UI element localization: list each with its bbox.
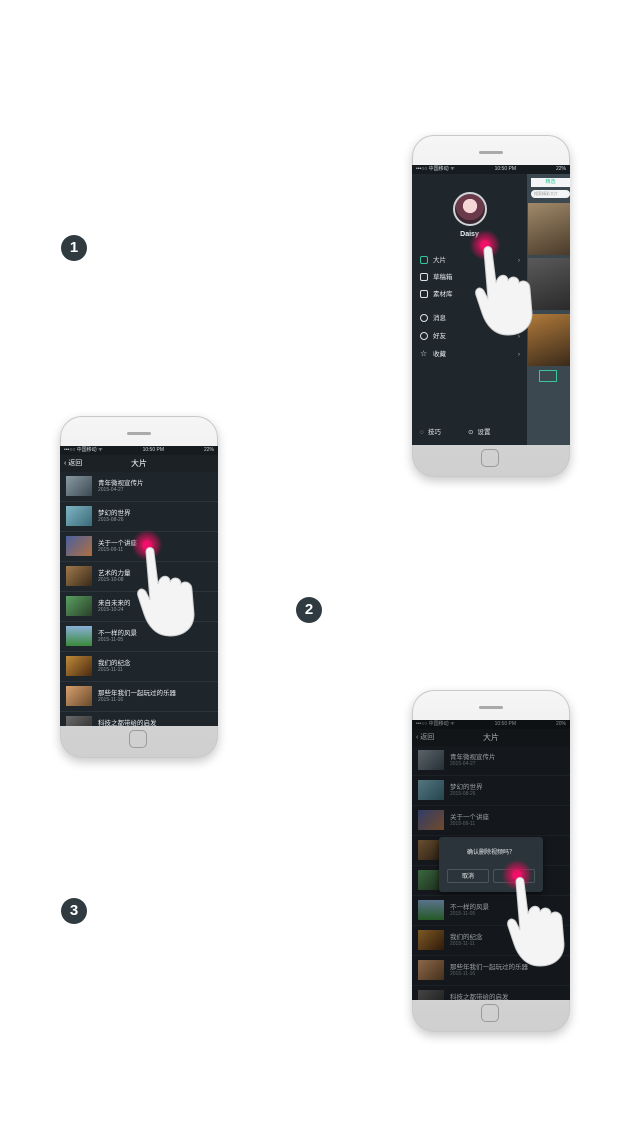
phone-dialog-mockup: •••○○ 中国移动 ᯤ 10:50 PM 20% ‹ 返回 大片 青年微视宣传… <box>412 690 570 1032</box>
list-item[interactable]: 梦幻的世界 2015-08-26 <box>60 502 218 532</box>
step-2-badge: 2 <box>296 597 322 623</box>
avatar[interactable] <box>453 192 487 226</box>
thumbnail-image <box>66 626 92 646</box>
list-item[interactable]: 科技之都带给的启发 <box>60 712 218 726</box>
settings-label: 设置 <box>477 429 491 436</box>
home-tab-icon[interactable] <box>539 370 557 382</box>
item-title: 艺术的力量 <box>98 570 131 577</box>
menu-item-label: 草稿箱 <box>433 274 453 281</box>
menu-item-favorites[interactable]: ☆ 收藏 › <box>420 348 520 362</box>
status-bar: •••○○ 中国移动 ᯤ 10:50 PM 22% <box>60 446 218 455</box>
item-title: 那些年我们一起玩过的乐器 <box>98 690 176 697</box>
item-title: 来自未来的 <box>98 600 131 607</box>
film-icon <box>420 256 428 265</box>
item-date: 2015-10-08 <box>98 577 124 583</box>
phone-menu-mockup: •••○○ 中国移动 ᯤ 10:50 PM 22% Daisy 大片 › 草稿箱 … <box>412 135 570 477</box>
back-label: 返回 <box>68 460 83 467</box>
carrier-label: •••○○ 中国移动 ᯤ <box>64 447 103 453</box>
menu-item-label: 好友 <box>433 333 446 340</box>
battery-label: 22% <box>203 447 214 453</box>
earpiece <box>479 151 503 154</box>
cancel-button[interactable]: 取消 <box>447 869 489 883</box>
chat-icon <box>420 314 428 323</box>
item-title: 不一样的风景 <box>98 630 137 637</box>
home-button <box>129 730 147 748</box>
thumbnail-image <box>66 596 92 616</box>
phone-list-mockup: •••○○ 中国移动 ᯤ 10:50 PM 22% ‹ 返回 大片 青年微视宣传… <box>60 416 218 758</box>
item-date: 2015-08-26 <box>98 517 124 523</box>
nav-bar: ‹ 返回 大片 <box>60 455 218 472</box>
item-title: 梦幻的世界 <box>98 510 131 517</box>
step-1-badge: 1 <box>61 235 87 261</box>
carrier-label: •••○○ 中国移动 ᯤ <box>416 166 455 172</box>
earpiece <box>127 432 151 435</box>
time-label: 10:50 PM <box>494 166 517 172</box>
settings-button[interactable]: ⊙ 设置 <box>468 426 508 440</box>
lightbulb-icon: ◌ <box>420 429 424 436</box>
thumbnail-image <box>66 716 92 726</box>
menu-item-label: 消息 <box>433 315 446 322</box>
chevron-left-icon: ‹ <box>64 460 67 467</box>
thumbnail-image <box>66 686 92 706</box>
friends-icon <box>420 332 428 341</box>
thumbnail-image <box>66 506 92 526</box>
list-item[interactable]: 我们的纪念 2015-11-11 <box>60 652 218 682</box>
time-label: 10:50 PM <box>142 447 165 453</box>
menu-item-label: 收藏 <box>433 351 446 358</box>
item-date: 2015-11-05 <box>98 637 124 643</box>
item-title: 我们的纪念 <box>98 660 131 667</box>
thumbnail-image <box>66 656 92 676</box>
dialog-message: 确认删除视频吗？ <box>466 850 515 856</box>
folder-icon <box>420 290 428 299</box>
gear-icon: ⊙ <box>468 429 474 436</box>
item-date: 2015-04-27 <box>98 487 124 493</box>
page-title: 大片 <box>131 459 147 468</box>
status-bar: •••○○ 中国移动 ᯤ 10:50 PM 22% <box>412 165 570 174</box>
thumbnail-image <box>66 536 92 556</box>
earpiece <box>479 706 503 709</box>
home-button <box>481 449 499 467</box>
star-icon: ☆ <box>420 349 428 359</box>
item-date: 2015-09-11 <box>98 547 124 553</box>
username: Daisy <box>460 231 479 238</box>
thumbnail-image <box>66 476 92 496</box>
item-date: 2015-11-11 <box>98 667 123 673</box>
step-3-badge: 3 <box>61 898 87 924</box>
item-title: 青年微视宣传片 <box>98 480 144 487</box>
hand-pointer-icon <box>507 877 565 967</box>
tab-featured[interactable]: 精选 <box>531 178 570 187</box>
hand-pointer-icon <box>137 547 195 637</box>
menu-item-label: 大片 <box>433 257 446 264</box>
hand-pointer-icon <box>475 246 533 336</box>
battery-label: 22% <box>555 166 566 172</box>
item-date: 2015-10-24 <box>98 607 124 613</box>
list-item[interactable]: 那些年我们一起玩过的乐器 2015-11-16 <box>60 682 218 712</box>
tips-label: 技巧 <box>427 429 441 436</box>
home-button <box>481 1004 499 1022</box>
tips-button[interactable]: ◌ 技巧 <box>420 426 460 440</box>
chevron-right-icon: › <box>517 351 520 358</box>
thumbnail-image <box>66 566 92 586</box>
item-date: 2015-11-16 <box>98 697 124 703</box>
search-input[interactable]: 搜索精彩大片 <box>531 190 570 198</box>
menu-item-label: 素材库 <box>433 291 453 298</box>
back-button[interactable]: ‹ 返回 <box>64 455 82 472</box>
list-item[interactable]: 青年微视宣传片 2015-04-27 <box>60 472 218 502</box>
draft-icon <box>420 273 428 282</box>
item-title: 科技之都带给的启发 <box>98 720 157 726</box>
